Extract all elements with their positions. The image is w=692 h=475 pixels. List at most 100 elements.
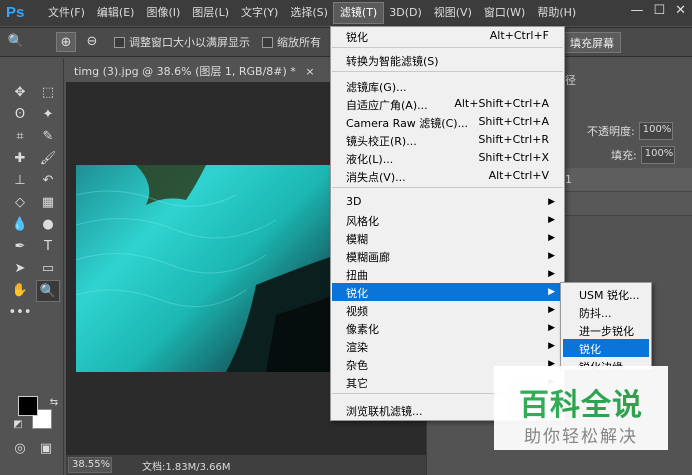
water-image (76, 165, 336, 372)
screen-mode-icon[interactable]: ▣ (34, 438, 58, 460)
filter-menu-camera-raw[interactable]: Camera Raw 滤镜(C)... Shift+Ctrl+A (332, 113, 563, 131)
opacity-input[interactable]: 100% (638, 122, 673, 140)
path-select-tool-icon[interactable]: ➤ (8, 258, 32, 280)
hand-tool-icon[interactable]: ✋ (8, 280, 32, 302)
move-tool-icon[interactable]: ✥ (8, 82, 32, 104)
sharpen-basic[interactable]: 锐化 (563, 339, 649, 357)
blur-tool-icon[interactable]: 💧 (8, 214, 32, 236)
filter-menu: 锐化 Alt+Ctrl+F 转换为智能滤镜(S) 滤镜库(G)... 自适应广角(… (330, 26, 565, 421)
sharpen-more[interactable]: 进一步锐化 (563, 321, 649, 339)
opacity-row: 不透明度: 100% (555, 122, 673, 140)
filter-menu-vanishing-point[interactable]: 消失点(V)... Alt+Ctrl+V (332, 167, 563, 185)
menu-bar: Ps 文件(F) 编辑(E) 图像(I) 图层(L) 文字(Y) 选择(S) 滤… (0, 0, 692, 26)
close-tab-icon[interactable]: × (305, 65, 314, 78)
submenu-arrow-icon: ▶ (548, 215, 555, 225)
submenu-arrow-icon: ▶ (548, 251, 555, 261)
swap-colors-icon[interactable]: ⇆ (42, 392, 66, 414)
filter-menu-last-filter[interactable]: 锐化 Alt+Ctrl+F (332, 27, 563, 45)
document-image[interactable] (76, 165, 336, 372)
submenu-arrow-icon: ▶ (548, 287, 555, 297)
menu-type[interactable]: 文字(Y) (235, 3, 284, 23)
paths-tab-partial[interactable]: 径 (565, 72, 576, 88)
opacity-label: 不透明度: (587, 125, 635, 138)
menu-filter[interactable]: 滤镜(T) (332, 2, 385, 24)
sharpen-submenu: USM 锐化... 防抖... 进一步锐化 锐化 锐化边缘 (560, 282, 652, 370)
menu-help[interactable]: 帮助(H) (531, 3, 582, 23)
menu-select[interactable]: 选择(S) (284, 3, 334, 23)
checkbox-box[interactable] (262, 36, 273, 48)
document-tab[interactable]: timg (3).jpg @ 38.6% (图层 1, RGB/8#) * × (66, 58, 315, 82)
layer-number: 1 (565, 173, 572, 186)
submenu-arrow-icon: ▶ (548, 197, 555, 207)
background-layer-row[interactable] (555, 192, 692, 216)
marquee-tool-icon[interactable]: ⬚ (36, 82, 60, 104)
menu-file[interactable]: 文件(F) (42, 3, 91, 23)
fill-screen-button[interactable]: 填充屏幕 (563, 32, 621, 53)
crop-tool-icon[interactable]: ⌗ (8, 126, 32, 148)
resize-windows-label: 调整窗口大小以满屏显示 (129, 36, 250, 49)
filter-menu-blur-gallery[interactable]: 模糊画廊 ▶ (332, 247, 563, 265)
zoom-in-icon[interactable]: ⊕ (56, 32, 76, 52)
history-brush-tool-icon[interactable]: ↶ (36, 170, 60, 192)
menu-view[interactable]: 视图(V) (428, 3, 478, 23)
menu-layer[interactable]: 图层(L) (186, 3, 235, 23)
layer-row[interactable]: 1 (555, 168, 692, 192)
filter-menu-video[interactable]: 视频 ▶ (332, 301, 563, 319)
healing-tool-icon[interactable]: ✚ (8, 148, 32, 170)
zoom-icon[interactable]: 🔍 (6, 32, 26, 52)
quick-mask-icon[interactable]: ◎ (8, 438, 32, 460)
stamp-tool-icon[interactable]: ⊥ (8, 170, 32, 192)
fill-input[interactable]: 100% (640, 146, 675, 164)
sharpen-shake-reduction[interactable]: 防抖... (563, 303, 649, 321)
checkbox-box[interactable] (114, 36, 125, 48)
sharpen-usm[interactable]: USM 锐化... (563, 285, 649, 303)
filter-menu-render[interactable]: 渲染 ▶ (332, 337, 563, 355)
close-icon[interactable]: ✕ (675, 3, 686, 18)
filter-menu-liquify[interactable]: 液化(L)... Shift+Ctrl+X (332, 149, 563, 167)
shape-tool-icon[interactable]: ▭ (36, 258, 60, 280)
magic-wand-tool-icon[interactable]: ✦ (36, 104, 60, 126)
menu-image[interactable]: 图像(I) (140, 3, 186, 23)
lasso-tool-icon[interactable]: ʘ (8, 104, 32, 126)
filter-menu-3d[interactable]: 3D ▶ (332, 193, 563, 211)
tools-panel: ✥ ⬚ ʘ ✦ ⌗ ✎ ✚ 🖌 ⊥ ↶ ◇ ▦ 💧 ● ✒ T ➤ ▭ ✋ 🔍 … (0, 58, 64, 475)
zoom-all-label: 缩放所有 (277, 36, 321, 49)
foreground-color-swatch[interactable] (18, 396, 38, 416)
zoom-all-checkbox[interactable]: 缩放所有 (262, 34, 321, 50)
default-colors-icon[interactable]: ◩ (6, 414, 30, 436)
type-tool-icon[interactable]: T (36, 236, 60, 258)
eyedropper-tool-icon[interactable]: ✎ (36, 126, 60, 148)
filter-menu-sharpen[interactable]: 锐化 ▶ (332, 283, 563, 301)
menu-window[interactable]: 窗口(W) (478, 3, 531, 23)
minimize-icon[interactable]: — (630, 3, 643, 18)
document-tab-title: timg (3).jpg @ 38.6% (图层 1, RGB/8#) * (74, 65, 296, 78)
filter-menu-blur[interactable]: 模糊 ▶ (332, 229, 563, 247)
maximize-icon[interactable]: ☐ (653, 3, 665, 18)
zoom-tool-icon[interactable]: 🔍 (36, 280, 60, 302)
pen-tool-icon[interactable]: ✒ (8, 236, 32, 258)
filter-menu-pixelate[interactable]: 像素化 ▶ (332, 319, 563, 337)
submenu-arrow-icon: ▶ (548, 269, 555, 279)
eraser-tool-icon[interactable]: ◇ (8, 192, 32, 214)
more-tools-icon[interactable]: ••• (8, 302, 32, 324)
zoom-level-field[interactable]: 38.55% (68, 457, 112, 473)
filter-menu-distort[interactable]: 扭曲 ▶ (332, 265, 563, 283)
fill-label: 填充: (611, 149, 637, 162)
resize-windows-checkbox[interactable]: 调整窗口大小以满屏显示 (114, 34, 250, 50)
brush-tool-icon[interactable]: 🖌 (36, 148, 60, 170)
submenu-arrow-icon: ▶ (548, 323, 555, 333)
filter-menu-gallery[interactable]: 滤镜库(G)... (332, 77, 563, 95)
submenu-arrow-icon: ▶ (548, 341, 555, 351)
status-bar: 38.55% 文档:1.83M/3.66M (66, 455, 426, 475)
filter-menu-smart-filter[interactable]: 转换为智能滤镜(S) (332, 51, 563, 69)
dodge-tool-icon[interactable]: ● (36, 214, 60, 236)
filter-menu-lens-correction[interactable]: 镜头校正(R)... Shift+Ctrl+R (332, 131, 563, 149)
filter-menu-stylize[interactable]: 风格化 ▶ (332, 211, 563, 229)
filter-menu-adaptive-wide[interactable]: 自适应广角(A)... Alt+Shift+Ctrl+A (332, 95, 563, 113)
gradient-tool-icon[interactable]: ▦ (36, 192, 60, 214)
document-size: 文档:1.83M/3.66M (142, 461, 231, 473)
menu-edit[interactable]: 编辑(E) (91, 3, 141, 23)
watermark: 百科全说 助你轻松解决 (494, 366, 668, 450)
zoom-out-icon[interactable]: ⊖ (82, 32, 102, 52)
menu-3d[interactable]: 3D(D) (383, 3, 428, 23)
